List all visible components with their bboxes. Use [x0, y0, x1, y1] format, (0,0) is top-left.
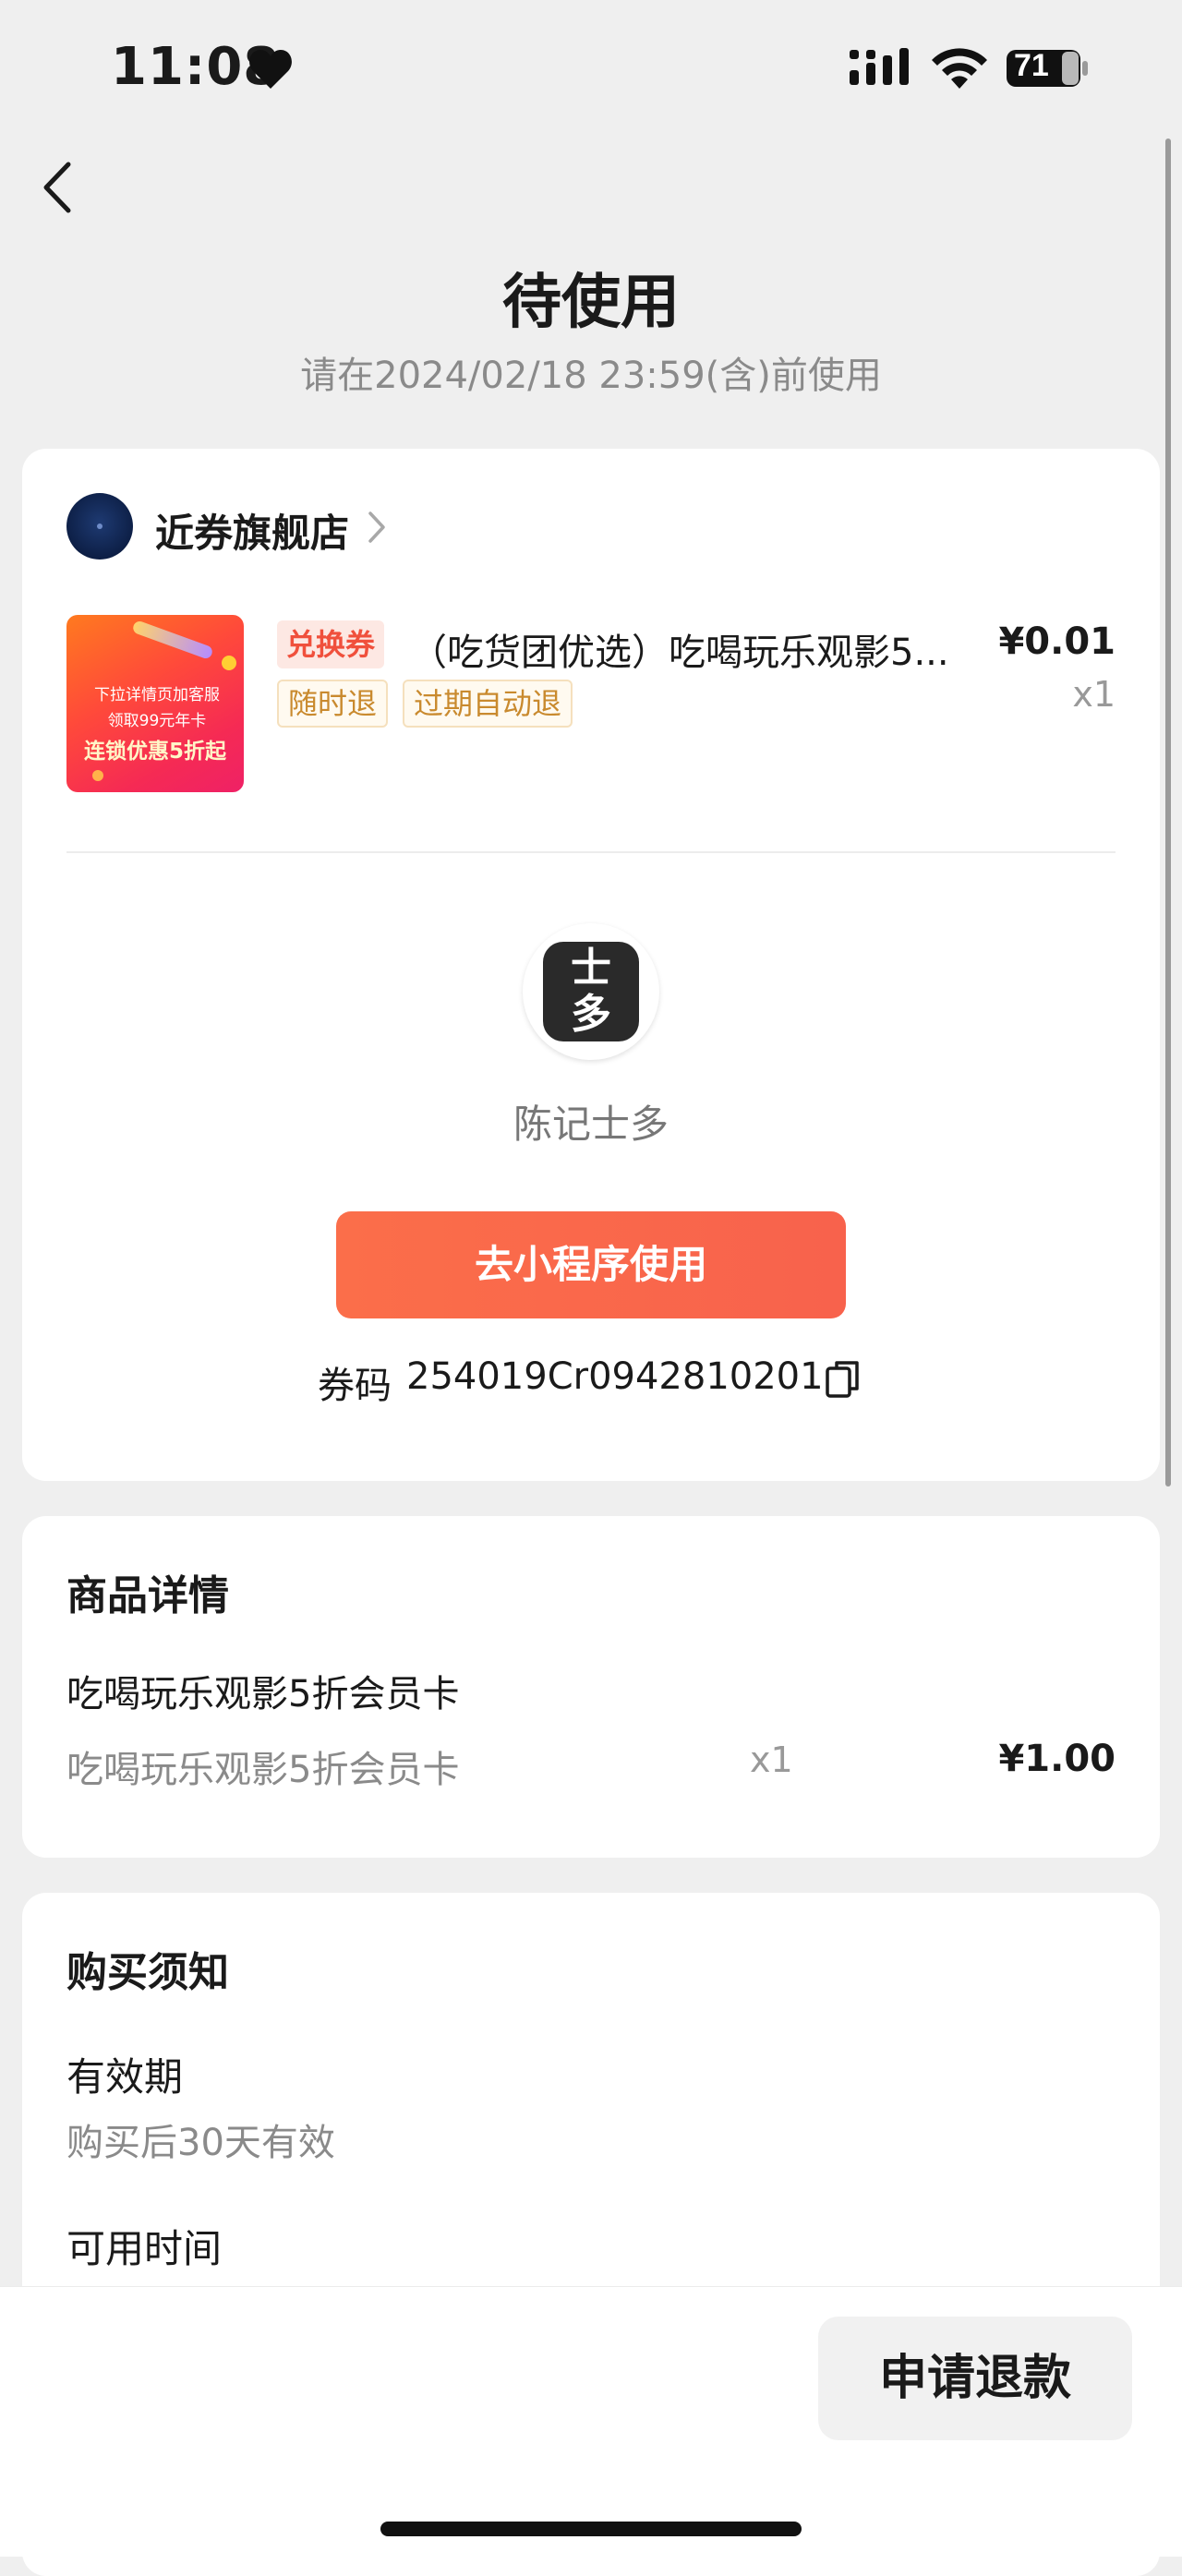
product-detail-card: 商品详情 吃喝玩乐观影5折会员卡 吃喝玩乐观影5折会员卡 x1 ¥1.00	[22, 1516, 1160, 1858]
policy-badge-auto-refund: 过期自动退	[403, 680, 573, 728]
merchant-logo-text: 士多	[571, 945, 611, 1038]
product-title[interactable]: （吃货团优选）吃喝玩乐观影5...	[410, 622, 1001, 676]
scrollbar[interactable]	[1165, 138, 1171, 1487]
use-in-mini-program-button[interactable]: 去小程序使用	[336, 1211, 846, 1318]
apply-refund-button[interactable]: 申请退款	[818, 2317, 1132, 2440]
voucher-type-badge: 兑换券	[277, 620, 385, 668]
thumbnail-text: 连锁优惠5折起	[83, 740, 226, 764]
shop-name[interactable]: 近券旗舰店	[155, 502, 349, 559]
chevron-right-icon[interactable]	[366, 510, 388, 545]
back-chevron-icon[interactable]	[37, 159, 79, 216]
notice-label-available-time: 可用时间	[66, 2226, 223, 2271]
heart-icon	[249, 50, 292, 89]
home-indicator[interactable]	[380, 2522, 802, 2536]
section-title: 购买须知	[66, 1949, 229, 1996]
product-quantity: x1	[1072, 674, 1116, 715]
divider	[66, 851, 1116, 853]
detail-item-name: 吃喝玩乐观影5折会员卡	[66, 1673, 460, 1715]
thumbnail-text: 下拉详情页加客服	[94, 686, 220, 704]
battery-level: 71	[1014, 48, 1049, 83]
merchant-logo: 士多	[523, 923, 659, 1060]
voucher-code-label: 券码	[318, 1365, 392, 1407]
policy-badge-anytime-refund: 随时退	[277, 680, 389, 728]
voucher-code: 254019Cr0942810201	[406, 1355, 824, 1398]
detail-item-price: ¥1.00	[998, 1738, 1116, 1780]
detail-item-quantity: x1	[750, 1739, 793, 1780]
cellular-signal-icon	[850, 48, 909, 85]
product-thumbnail[interactable]: 下拉详情页加客服 领取99元年卡 连锁优惠5折起	[66, 615, 244, 792]
section-title: 商品详情	[66, 1572, 229, 1619]
notice-label-validity: 有效期	[66, 2054, 184, 2100]
page-title: 待使用	[502, 269, 680, 337]
thumbnail-decoration	[222, 656, 236, 670]
merchant-name: 陈记士多	[513, 1101, 669, 1147]
shop-logo[interactable]	[66, 493, 133, 560]
product-price: ¥0.01	[998, 620, 1116, 663]
notice-value-validity: 购买后30天有效	[66, 2122, 335, 2164]
battery-icon: 71	[1005, 46, 1092, 90]
thumbnail-decoration	[92, 770, 103, 781]
wifi-icon	[932, 48, 987, 89]
copy-icon[interactable]	[824, 1357, 862, 1402]
thumbnail-decoration	[131, 620, 214, 660]
expiry-notice: 请在2024/02/18 23:59(含)前使用	[300, 355, 882, 397]
status-bar: 11:08 71	[0, 0, 1182, 138]
order-card: 近券旗舰店 下拉详情页加客服 领取99元年卡 连锁优惠5折起 兑换券 （吃货团优…	[22, 449, 1160, 1481]
detail-item-subname: 吃喝玩乐观影5折会员卡	[66, 1749, 460, 1791]
thumbnail-text: 领取99元年卡	[107, 712, 207, 730]
bottom-action-bar: 申请退款	[0, 2286, 1182, 2557]
